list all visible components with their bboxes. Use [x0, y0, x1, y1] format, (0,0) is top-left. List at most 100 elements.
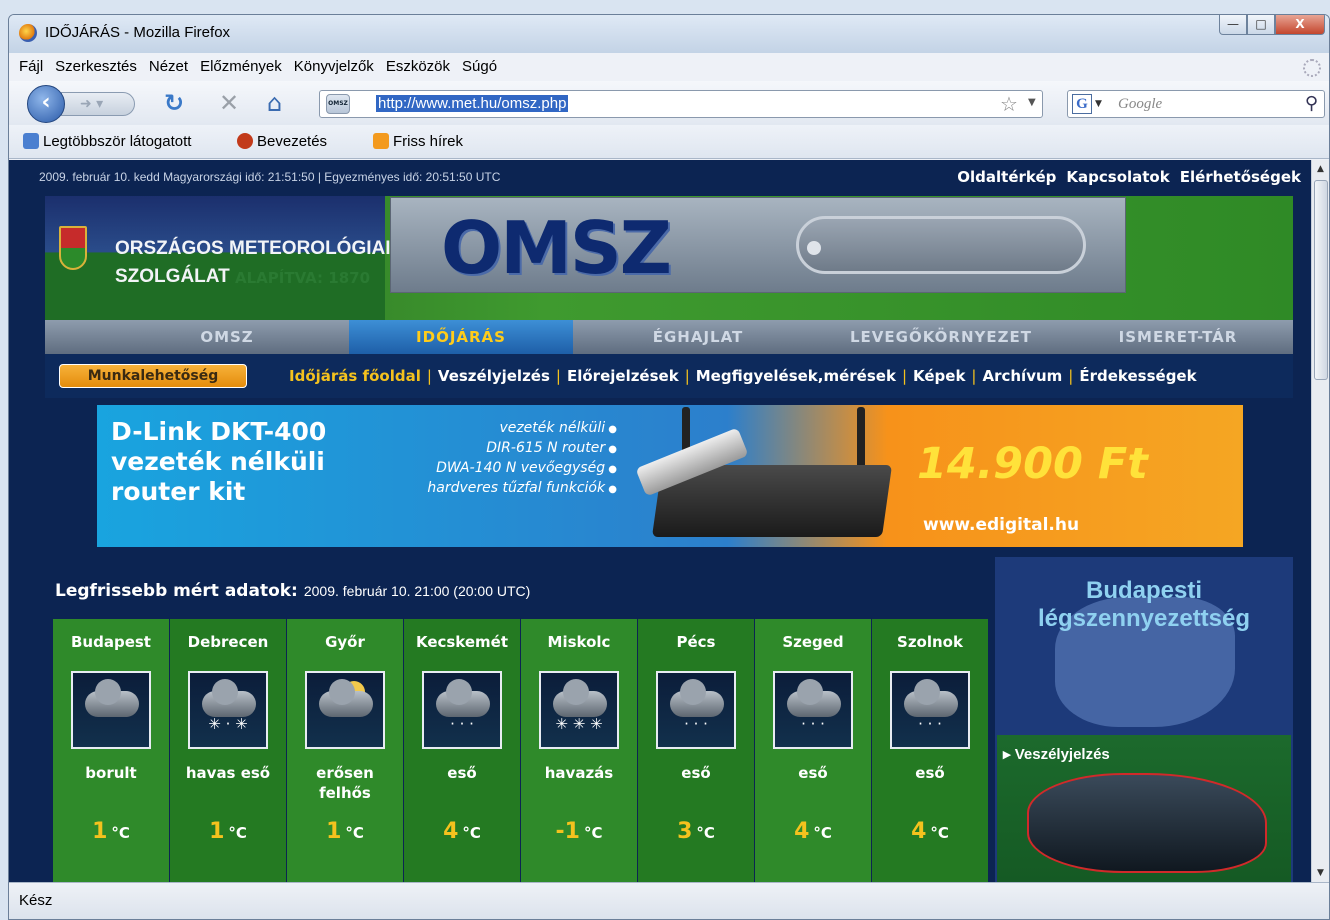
navigation-toolbar: ➜ ▾ ‹ ↻ ✕ ⌂ OMSZ http://www.met.hu/omsz.…	[9, 81, 1329, 125]
weather-description: havazás	[544, 764, 614, 782]
minimize-button[interactable]: —	[1219, 15, 1247, 35]
menu-file[interactable]: Fájl	[13, 53, 49, 75]
mostly-cloudy-icon[interactable]	[305, 671, 385, 749]
snow-icon[interactable]: ✳ ✳ ✳	[539, 671, 619, 749]
url-bar[interactable]: OMSZ http://www.met.hu/omsz.php ☆ ▼	[319, 90, 1043, 118]
stop-icon[interactable]: ✕	[219, 90, 239, 116]
site-search-field[interactable]	[796, 216, 1086, 274]
city-column[interactable]: Szolnok · · · eső 4 °C	[872, 619, 988, 882]
sublink-warnings[interactable]: Veszélyjelzés	[438, 367, 550, 385]
bookmark-star-icon[interactable]: ☆	[1000, 92, 1018, 116]
throbber-icon	[1303, 59, 1321, 77]
advertisement-banner[interactable]: D-Link DKT-400 vezeték nélküli router ki…	[97, 405, 1243, 547]
org-name-line1: ORSZÁGOS METEOROLÓGIAI	[115, 238, 391, 259]
tab-levegokornyezet[interactable]: LEVEGŐKÖRNYEZET	[823, 320, 1059, 354]
home-icon[interactable]: ⌂	[267, 90, 282, 116]
tab-ismeret-tar[interactable]: ISMERET-TÁR	[1063, 320, 1293, 354]
sublink-curiosities[interactable]: Érdekességek	[1079, 367, 1196, 385]
air-pollution-title[interactable]: Budapesti légszennyezettség	[995, 577, 1293, 633]
search-icon[interactable]: ⚲	[1305, 93, 1318, 114]
temperature-value: -1	[555, 819, 580, 844]
ad-feature: DWA-140 N vevőegység	[367, 459, 617, 479]
search-box[interactable]: G ▼ Google ⚲	[1067, 90, 1325, 118]
rain-icon[interactable]: · · ·	[773, 671, 853, 749]
sublink-forecasts[interactable]: Előrejelzések	[567, 367, 679, 385]
search-go-icon[interactable]	[807, 241, 821, 255]
temperature: 3 °C	[638, 819, 754, 844]
scroll-up-icon[interactable]: ▲	[1317, 164, 1324, 174]
temperature-value: 4	[911, 819, 927, 844]
search-placeholder[interactable]: Google	[1118, 96, 1162, 113]
warning-box[interactable]: ▸ Veszélyjelzés	[997, 735, 1291, 882]
weather-description: erősen felhős	[316, 764, 374, 802]
sublink-archive[interactable]: Archívum	[982, 367, 1062, 385]
job-button[interactable]: Munkalehetőség	[59, 364, 247, 388]
omsz-logo: OMSZ	[441, 206, 672, 290]
weather-panel: Legfrissebb mért adatok: 2009. február 10…	[53, 565, 995, 882]
maximize-button[interactable]: □	[1247, 15, 1275, 35]
menu-history[interactable]: Előzmények	[194, 53, 288, 75]
engine-dropdown-icon[interactable]: ▼	[1095, 99, 1102, 109]
city-column[interactable]: Pécs · · · eső 3 °C	[638, 619, 754, 882]
city-column[interactable]: Budapest borult 1 °C	[53, 619, 169, 882]
back-button[interactable]: ‹	[27, 85, 65, 123]
hungary-warning-map[interactable]	[1027, 773, 1267, 873]
temperature-value: 4	[443, 819, 459, 844]
tab-eghajlat[interactable]: ÉGHAJLAT	[577, 320, 819, 354]
google-engine-icon[interactable]: G	[1072, 94, 1092, 114]
status-bar: Kész	[9, 882, 1329, 919]
menu-view[interactable]: Nézet	[143, 53, 194, 75]
rain-icon[interactable]: · · ·	[422, 671, 502, 749]
ad-url: www.edigital.hu	[923, 515, 1080, 535]
forward-button[interactable]: ➜ ▾	[61, 92, 135, 116]
city-column[interactable]: Debrecen ✳ · ✳ havas eső 1 °C	[170, 619, 286, 882]
warning-title[interactable]: ▸ Veszélyjelzés	[1003, 745, 1110, 763]
ad-feature: hardveres tűzfal funkciók	[367, 479, 617, 499]
top-links: Oldaltérkép Kapcsolatok Elérhetőségek	[947, 168, 1301, 186]
contacts-link[interactable]: Kapcsolatok	[1066, 168, 1169, 186]
weather-description: eső	[798, 764, 828, 782]
city-column[interactable]: Győr erősen felhős 1 °C	[287, 619, 403, 882]
vertical-scrollbar[interactable]: ▲ ▼	[1311, 160, 1329, 882]
temperature-unit: °C	[696, 824, 715, 842]
page-content: 2009. február 10. kedd Magyarországi idő…	[9, 160, 1311, 882]
bookmark-getting-started[interactable]: Bevezetés	[237, 133, 327, 150]
reload-icon[interactable]: ↻	[164, 90, 184, 116]
url-dropdown-icon[interactable]: ▼	[1028, 97, 1036, 108]
menu-tools[interactable]: Eszközök	[380, 53, 456, 75]
bookmark-label: Bevezetés	[257, 133, 328, 150]
ad-feature: vezeték nélküli	[367, 419, 617, 439]
temperature-unit: °C	[930, 824, 949, 842]
menu-edit[interactable]: Szerkesztés	[49, 53, 143, 75]
availability-link[interactable]: Elérhetőségek	[1180, 168, 1301, 186]
bookmark-latest-headlines[interactable]: Friss hírek	[373, 133, 463, 150]
founded-label: ALAPÍTVA: 1870	[235, 269, 371, 287]
city-column[interactable]: Szeged · · · eső 4 °C	[755, 619, 871, 882]
scroll-thumb[interactable]	[1314, 180, 1328, 380]
menu-bookmarks[interactable]: Könyvjelzők	[288, 53, 380, 75]
city-column[interactable]: Miskolc ✳ ✳ ✳ havazás -1 °C	[521, 619, 637, 882]
bookmark-most-visited[interactable]: Legtöbbször látogatott	[23, 133, 191, 150]
rain-icon[interactable]: · · ·	[656, 671, 736, 749]
close-button[interactable]: X	[1275, 15, 1325, 35]
menu-help[interactable]: Súgó	[456, 53, 503, 75]
ad-title: D-Link DKT-400 vezeték nélküli router ki…	[111, 417, 327, 506]
city-column[interactable]: Kecskemét · · · eső 4 °C	[404, 619, 520, 882]
sublink-images[interactable]: Képek	[913, 367, 965, 385]
sub-navigation: Munkalehetőség Időjárás főoldal | Veszélyj…	[45, 354, 1293, 398]
right-sidebar: Budapesti légszennyezettség ▸ Veszélyjel…	[995, 557, 1293, 882]
omsz-logo-panel[interactable]: OMSZ	[390, 197, 1126, 293]
browser-window: IDŐJÁRÁS - Mozilla Firefox — □ X Fájl Sze…	[8, 14, 1330, 920]
sublink-observations[interactable]: Megfigyelések,mérések	[696, 367, 896, 385]
rain-icon[interactable]: · · ·	[890, 671, 970, 749]
sitemap-link[interactable]: Oldaltérkép	[957, 168, 1056, 186]
scroll-down-icon[interactable]: ▼	[1317, 868, 1324, 878]
sublink-weather-home[interactable]: Időjárás főoldal	[289, 367, 421, 385]
tab-omsz[interactable]: OMSZ	[105, 320, 349, 354]
site-identity-icon[interactable]: OMSZ	[326, 94, 350, 114]
temperature-value: 3	[677, 819, 693, 844]
tab-idojaras[interactable]: IDŐJÁRÁS	[349, 320, 573, 354]
url-text[interactable]: http://www.met.hu/omsz.php	[376, 95, 569, 112]
overcast-icon[interactable]	[71, 671, 151, 749]
sleet-icon[interactable]: ✳ · ✳	[188, 671, 268, 749]
